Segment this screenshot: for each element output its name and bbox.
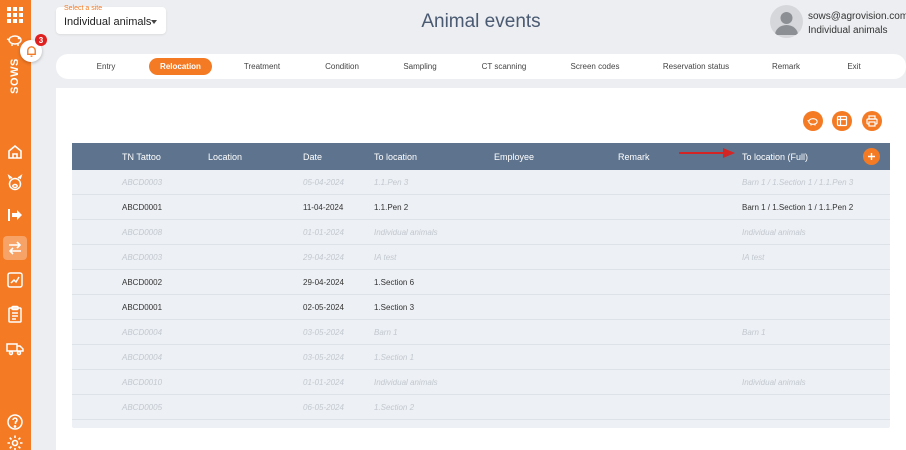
cell-to-location-full: Barn 1 — [742, 328, 766, 337]
column-tn-tattoo[interactable]: TN Tattoo — [122, 152, 161, 162]
event-tabs: Entry Relocation Treatment Condition Sam… — [56, 54, 906, 79]
table-body: ABCD0003 05-04-2024 1.1.Pen 3 Barn 1 / 1.Se… — [72, 170, 890, 420]
tab-relocation[interactable]: Relocation — [149, 58, 212, 75]
cell-to-location: 1.Section 6 — [374, 278, 415, 287]
brand-label: SOWS — [9, 58, 21, 94]
cell-tn-tattoo: ABCD0003 — [122, 178, 163, 187]
table-row[interactable]: ABCD0005 06-05-2024 1.Section 2 — [72, 395, 890, 420]
cell-to-location: Individual animals — [374, 228, 438, 237]
printer-icon — [866, 115, 878, 127]
cell-to-location-full: Individual animals — [742, 378, 806, 387]
relocation-table: TN Tattoo Location Date To location Empl… — [72, 143, 890, 428]
column-remark[interactable]: Remark — [618, 152, 650, 162]
sow-icon[interactable] — [3, 171, 27, 195]
plus-icon — [868, 153, 875, 160]
table-row[interactable]: ABCD0004 03-05-2024 Barn 1 Barn 1 — [72, 320, 890, 345]
cell-to-location-full: Barn 1 / 1.Section 1 / 1.1.Pen 3 — [742, 178, 854, 187]
cell-to-location-full: Barn 1 / 1.Section 1 / 1.1.Pen 2 — [742, 203, 854, 212]
cell-to-location: Individual animals — [374, 378, 438, 387]
cell-to-location-full: IA test — [742, 253, 765, 262]
cell-tn-tattoo: ABCD0008 — [122, 228, 163, 237]
cell-tn-tattoo: ABCD0004 — [122, 353, 163, 362]
cell-tn-tattoo: ABCD0010 — [122, 378, 163, 387]
cell-date: 29-04-2024 — [303, 253, 344, 262]
cell-date: 01-01-2024 — [303, 228, 344, 237]
column-to-location-full[interactable]: To location (Full) — [742, 152, 808, 162]
cell-date: 03-05-2024 — [303, 328, 344, 337]
user-email: sows@agrovision.com — [808, 11, 906, 22]
cell-to-location: 1.Section 3 — [374, 303, 415, 312]
cell-date: 11-04-2024 — [303, 203, 344, 212]
relocation-icon[interactable] — [3, 236, 27, 260]
cell-date: 06-05-2024 — [303, 403, 344, 412]
report-chart-icon[interactable] — [3, 268, 27, 292]
truck-icon[interactable] — [3, 336, 27, 360]
column-location[interactable]: Location — [208, 152, 242, 162]
user-avatar-icon — [775, 12, 798, 35]
cell-date: 01-01-2024 — [303, 378, 344, 387]
sidebar: SOWS — [0, 0, 31, 450]
cell-tn-tattoo: ABCD0001 — [122, 203, 163, 212]
cell-tn-tattoo: ABCD0002 — [122, 278, 163, 287]
cell-to-location: 1.1.Pen 2 — [374, 203, 409, 212]
table-row[interactable]: ABCD0001 11-04-2024 1.1.Pen 2 Barn 1 / 1.Se… — [72, 195, 890, 220]
cell-to-location: IA test — [374, 253, 397, 262]
settings-gear-icon[interactable] — [3, 431, 27, 450]
add-row-button[interactable] — [863, 148, 880, 165]
cell-date: 02-05-2024 — [303, 303, 344, 312]
cell-tn-tattoo: ABCD0001 — [122, 303, 163, 312]
tab-condition[interactable]: Condition — [320, 58, 364, 75]
cell-tn-tattoo: ABCD0003 — [122, 253, 163, 262]
annotation-arrow — [679, 148, 735, 158]
cell-to-location: 1.1.Pen 3 — [374, 178, 409, 187]
column-date[interactable]: Date — [303, 152, 322, 162]
bell-icon — [26, 45, 36, 57]
home-icon[interactable] — [3, 140, 27, 164]
table-row[interactable]: ABCD0004 03-05-2024 1.Section 1 — [72, 345, 890, 370]
columns-icon — [836, 115, 848, 127]
notification-badge: 3 — [35, 34, 47, 46]
tab-remark[interactable]: Remark — [770, 58, 802, 75]
table-row[interactable]: ABCD0010 01-01-2024 Individual animals Indi… — [72, 370, 890, 395]
tab-exit[interactable]: Exit — [846, 58, 862, 75]
tab-treatment[interactable]: Treatment — [239, 58, 285, 75]
tab-reservation-status[interactable]: Reservation status — [661, 58, 731, 75]
table-row[interactable]: ABCD0003 29-04-2024 IA test IA test — [72, 245, 890, 270]
cell-tn-tattoo: ABCD0005 — [122, 403, 163, 412]
pig-icon — [807, 118, 818, 126]
entry-arrow-icon[interactable] — [3, 203, 27, 227]
tab-sampling[interactable]: Sampling — [400, 58, 440, 75]
tab-entry[interactable]: Entry — [92, 58, 120, 75]
columns-button[interactable] — [832, 111, 852, 131]
pig-filter-button[interactable] — [803, 111, 823, 131]
user-site: Individual animals — [808, 25, 888, 36]
column-to-location[interactable]: To location — [374, 152, 417, 162]
cell-date: 29-04-2024 — [303, 278, 344, 287]
cell-tn-tattoo: ABCD0004 — [122, 328, 163, 337]
table-row[interactable]: ABCD0003 05-04-2024 1.1.Pen 3 Barn 1 / 1.Se… — [72, 170, 890, 195]
cell-to-location: 1.Section 2 — [374, 403, 415, 412]
table-header: TN Tattoo Location Date To location Empl… — [72, 143, 890, 170]
table-row[interactable]: ABCD0002 29-04-2024 1.Section 6 — [72, 270, 890, 295]
cell-to-location: 1.Section 1 — [374, 353, 415, 362]
table-row[interactable]: ABCD0001 02-05-2024 1.Section 3 — [72, 295, 890, 320]
print-button[interactable] — [862, 111, 882, 131]
column-employee[interactable]: Employee — [494, 152, 534, 162]
cell-to-location: Barn 1 — [374, 328, 398, 337]
cell-date: 03-05-2024 — [303, 353, 344, 362]
cell-date: 05-04-2024 — [303, 178, 344, 187]
tab-ct-scanning[interactable]: CT scanning — [479, 58, 529, 75]
tab-screen-codes[interactable]: Screen codes — [568, 58, 622, 75]
content-panel: TN Tattoo Location Date To location Empl… — [56, 88, 906, 450]
avatar[interactable] — [770, 5, 803, 38]
clipboard-icon[interactable] — [3, 302, 27, 326]
table-row[interactable]: ABCD0008 01-01-2024 Individual animals Indi… — [72, 220, 890, 245]
cell-to-location-full: Individual animals — [742, 228, 806, 237]
